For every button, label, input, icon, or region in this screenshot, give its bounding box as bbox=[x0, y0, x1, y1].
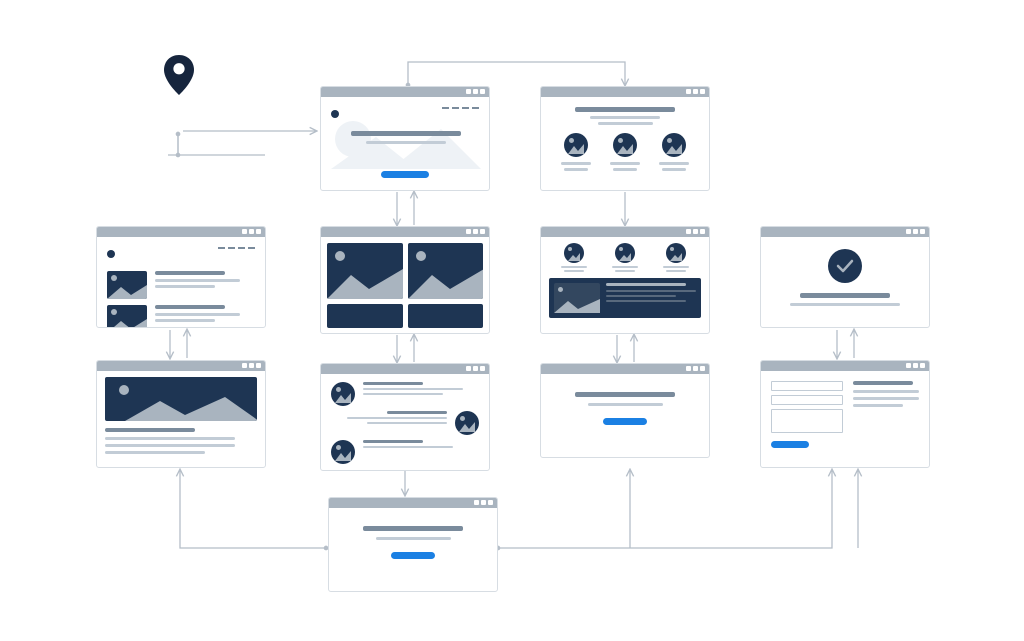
start-pin-icon bbox=[164, 55, 194, 100]
wireframe-cta-simple bbox=[540, 363, 710, 458]
wireframe-image-gallery bbox=[320, 226, 490, 334]
check-icon bbox=[828, 249, 862, 283]
wireframe-landing-hero bbox=[320, 86, 490, 191]
wireframe-list-thumbnails bbox=[96, 226, 266, 328]
wireframe-feature-grid bbox=[540, 86, 710, 191]
wireframe-confirmation bbox=[760, 226, 930, 328]
wireframe-cta-wide bbox=[328, 497, 498, 592]
wireframe-feature-plus-card bbox=[540, 226, 710, 334]
wireframe-comments-feed bbox=[320, 363, 490, 471]
wireframe-form bbox=[760, 360, 930, 468]
wireframe-article-hero bbox=[96, 360, 266, 468]
